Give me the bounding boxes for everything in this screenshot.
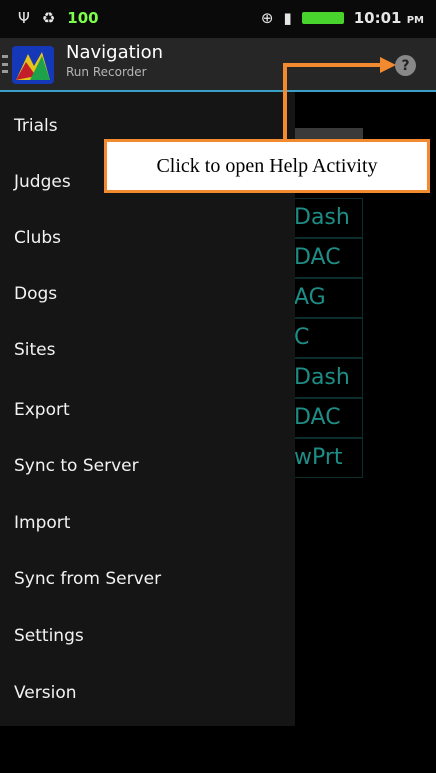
background-list: Dash DAC AG C Dash DAC wPrt xyxy=(293,198,363,478)
signal-icon: ▮ xyxy=(283,9,292,27)
help-icon[interactable]: ? xyxy=(395,55,416,76)
menu-item-sync-to-server[interactable]: Sync to Server xyxy=(0,438,295,494)
battery-level: 100 xyxy=(67,9,99,27)
clock: 10:01 PM xyxy=(354,9,424,27)
list-item: wPrt xyxy=(293,438,363,478)
status-right: ⊕ ▮ 10:01 PM xyxy=(261,9,424,27)
menu-item-settings[interactable]: Settings xyxy=(0,608,295,664)
list-item: AG xyxy=(293,278,363,318)
list-item: Dash xyxy=(293,358,363,398)
list-item: DAC xyxy=(293,398,363,438)
page-title: Navigation xyxy=(66,42,164,63)
app-subtitle: Run Recorder xyxy=(66,65,147,79)
sync-icon: ♻ xyxy=(41,9,56,27)
battery-icon xyxy=(301,12,344,24)
menu-item-version[interactable]: Version xyxy=(0,665,295,721)
menu-item-import[interactable]: Import xyxy=(0,495,295,551)
menu-item-sync-from-server[interactable]: Sync from Server xyxy=(0,551,295,607)
list-item: DAC xyxy=(293,238,363,278)
status-bar: Ψ ♻ 100 ⊕ ▮ 10:01 PM xyxy=(0,0,436,38)
menu-item-dogs[interactable]: Dogs xyxy=(0,266,295,322)
app-logo-icon[interactable] xyxy=(12,46,54,84)
menu-item-clubs[interactable]: Clubs xyxy=(0,210,295,266)
clock-ampm: PM xyxy=(406,15,424,26)
drawer-indicator-icon[interactable] xyxy=(2,55,8,73)
menu-item-export[interactable]: Export xyxy=(0,382,295,438)
gps-icon: ⊕ xyxy=(260,9,274,27)
list-item: C xyxy=(293,318,363,358)
list-item: Dash xyxy=(293,198,363,238)
help-annotation-callout: Click to open Help Activity xyxy=(104,139,430,193)
clock-time: 10:01 xyxy=(353,9,402,27)
usb-icon: Ψ xyxy=(18,9,30,27)
action-bar: Navigation Run Recorder ? xyxy=(0,38,436,92)
menu-item-sites[interactable]: Sites xyxy=(0,322,295,378)
status-left: Ψ ♻ 100 xyxy=(18,9,99,27)
